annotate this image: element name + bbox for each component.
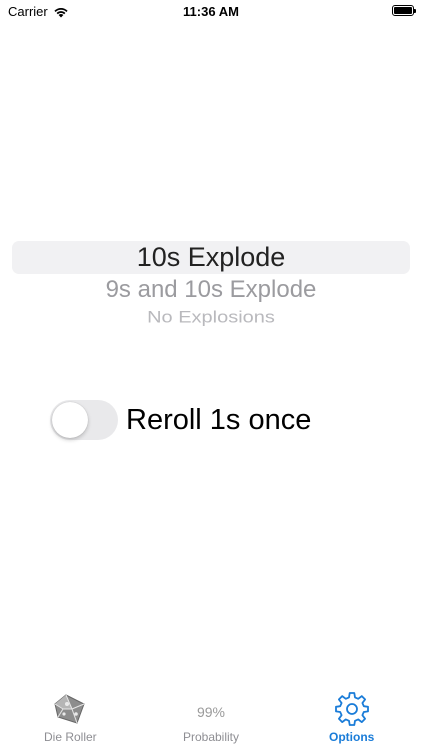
- gear-icon: [334, 692, 369, 726]
- toggle-knob: [52, 402, 88, 438]
- status-time: 11:36 AM: [183, 4, 239, 19]
- options-screen: Carrier 11:36 AM 10s Explode 9s and 10s …: [0, 0, 422, 750]
- tab-label: Probability: [182, 730, 240, 744]
- tab-label: Options: [329, 730, 375, 744]
- reroll-ones-label: Reroll 1s once: [126, 403, 312, 436]
- status-bar: Carrier 11:36 AM: [0, 0, 422, 22]
- explosion-picker[interactable]: 10s Explode 9s and 10s Explode No Explos…: [12, 238, 410, 338]
- tab-bar: Die Roller 99% Probability Options: [0, 688, 422, 750]
- reroll-ones-setting: Reroll 1s once: [50, 400, 311, 440]
- tab-die-roller[interactable]: Die Roller: [0, 688, 141, 750]
- picker-option-9s-and-10s-explode[interactable]: 9s and 10s Explode: [12, 276, 410, 304]
- d10-die-icon: [54, 694, 85, 724]
- tab-probability[interactable]: 99% Probability: [141, 688, 282, 750]
- battery-fill: [394, 7, 412, 14]
- picker-option-no-explosions[interactable]: No Explosions: [12, 308, 410, 328]
- tab-options[interactable]: Options: [281, 688, 422, 750]
- reroll-ones-toggle[interactable]: [50, 400, 118, 440]
- probability-percent-icon: 99%: [196, 704, 226, 720]
- tab-label: Die Roller: [43, 730, 97, 744]
- picker-option-10s-explode[interactable]: 10s Explode: [12, 242, 410, 273]
- battery-icon: [392, 5, 416, 16]
